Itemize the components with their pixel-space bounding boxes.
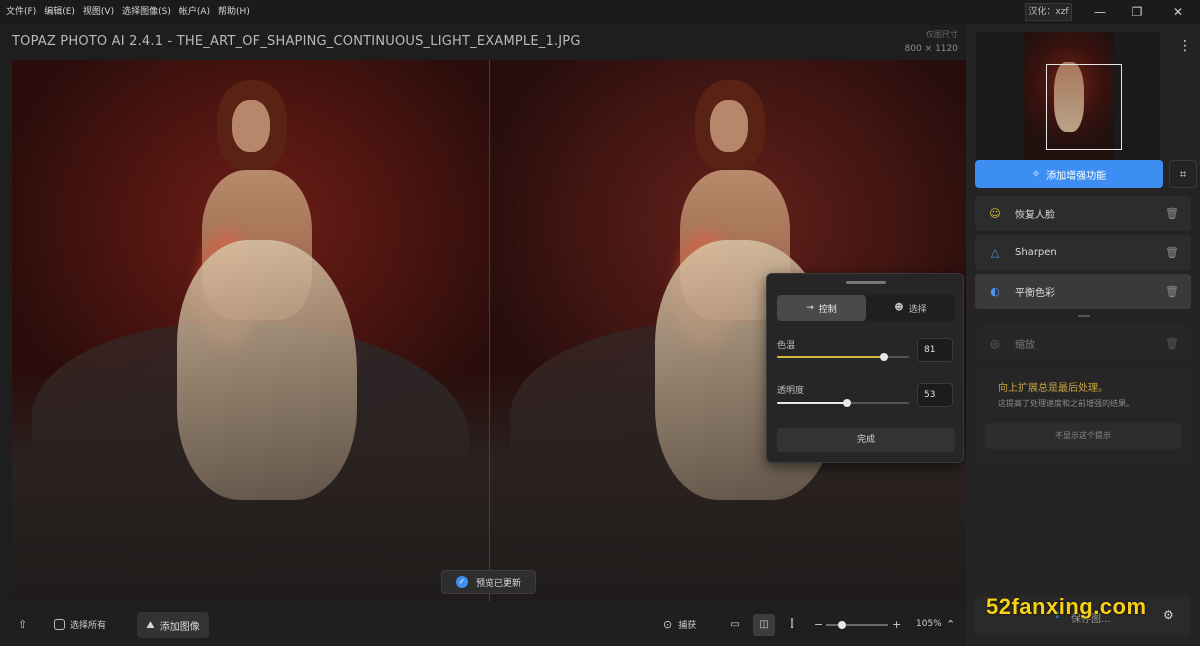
- opacity-slider[interactable]: [777, 399, 909, 407]
- split-view-icon: ⫿: [790, 619, 794, 630]
- viewport-frame[interactable]: [1046, 64, 1122, 150]
- single-view-button[interactable]: ▭: [724, 614, 746, 636]
- minimize-button[interactable]: —: [1080, 0, 1120, 24]
- drag-separator: [1078, 315, 1090, 317]
- add-enhancement-button[interactable]: ✧ 添加增强功能: [975, 160, 1163, 188]
- person-icon: ☻: [894, 303, 904, 313]
- notice-subtitle: 这提高了处理速度和之前增强的结果。: [998, 399, 1134, 408]
- zoom-knob[interactable]: [837, 621, 846, 629]
- tab-control[interactable]: → 控制: [777, 295, 866, 321]
- checkbox-box[interactable]: [54, 618, 65, 630]
- crop-button[interactable]: ⌗: [1169, 160, 1197, 188]
- preview-updated-toast: ✓ 预览已更新: [441, 570, 536, 594]
- tab-select[interactable]: ☻ 选择: [866, 295, 955, 321]
- bottom-toolbar: ⇧ 选择所有 ⛰ 添加图像 ⊙ 捕获 ▭ ◫ ⫿ − + 105% ⌃: [0, 602, 966, 646]
- add-image-button[interactable]: ⛰ 添加图像: [137, 612, 209, 638]
- crop-icon: ⌗: [1179, 167, 1187, 181]
- image-size-label: 仅图尺寸: [926, 30, 958, 39]
- sparkle-add-icon: ✧: [1031, 168, 1041, 180]
- menu-account[interactable]: 帐户(A): [175, 0, 214, 24]
- export-settings-icon[interactable]: ⚙: [1163, 608, 1174, 622]
- menu-help[interactable]: 帮助(H): [214, 0, 254, 24]
- restore-button[interactable]: ❐: [1117, 0, 1157, 24]
- capture-icon: ⊙: [663, 617, 673, 631]
- arrow-right-icon: →: [806, 303, 814, 313]
- split-view-button[interactable]: ⫿: [781, 614, 803, 636]
- popup-tabs: → 控制 ☻ 选择: [777, 295, 955, 321]
- trash-icon[interactable]: 🗑: [1165, 285, 1179, 298]
- temperature-slider[interactable]: [777, 353, 909, 361]
- slider-knob[interactable]: [879, 353, 888, 361]
- enhancement-balance-color[interactable]: ◐ 平衡色彩 🗑: [975, 274, 1191, 309]
- notice-title: 向上扩展总是最后处理。: [998, 383, 1108, 394]
- image-add-icon: ⛰: [146, 619, 155, 631]
- zoom-level[interactable]: 105%: [916, 602, 942, 646]
- more-options-icon[interactable]: ⋮: [1178, 38, 1192, 54]
- menu-view[interactable]: 视图(V): [79, 0, 118, 24]
- split-divider[interactable]: [489, 60, 490, 602]
- hidden-eye-icon[interactable]: ◎: [987, 337, 1003, 350]
- zoom-slider[interactable]: [826, 621, 888, 629]
- temperature-label: 色温: [777, 341, 796, 351]
- localization-badge: 汉化：xzf: [1025, 3, 1072, 21]
- select-all-checkbox[interactable]: 选择所有: [54, 602, 106, 646]
- menu-file[interactable]: 文件(F): [0, 0, 40, 24]
- document-title: TOPAZ PHOTO AI 2.4.1 - THE_ART_OF_SHAPIN…: [12, 34, 581, 49]
- enhancement-face-recovery[interactable]: ☺ 恢复人脸 🗑: [975, 196, 1191, 231]
- face-icon: ☺: [989, 207, 1001, 220]
- side-by-side-icon: ◫: [759, 619, 769, 630]
- close-button[interactable]: ✕: [1158, 0, 1198, 24]
- opacity-label: 透明度: [777, 386, 805, 396]
- menu-edit[interactable]: 编辑(E): [40, 0, 79, 24]
- upscale-notice: 向上扩展总是最后处理。 这提高了处理速度和之前增强的结果。 不显示这个提示: [975, 367, 1191, 461]
- trash-icon[interactable]: 🗑: [1165, 207, 1179, 220]
- slider-knob[interactable]: [842, 399, 851, 407]
- toast-text: 预览已更新: [476, 578, 522, 589]
- enhancement-upscale[interactable]: ◎ 缩放 🗑: [975, 326, 1191, 361]
- done-button[interactable]: 完成: [777, 428, 955, 452]
- portrait-figure: [177, 80, 357, 500]
- single-view-icon: ▭: [730, 619, 740, 630]
- chevron-up-icon[interactable]: ⌃: [946, 602, 955, 646]
- drag-handle[interactable]: [846, 281, 886, 284]
- trash-icon[interactable]: 🗑: [1165, 337, 1179, 350]
- menu-bar: 文件(F) 编辑(E) 视图(V) 选择图像(S) 帐户(A) 帮助(H): [0, 0, 1200, 24]
- temperature-value-input[interactable]: 81: [917, 338, 953, 362]
- image-size-value: 800 × 1120: [904, 44, 958, 54]
- watermark-text: 52fanxing.com: [986, 594, 1147, 619]
- check-icon: ✓: [456, 576, 468, 588]
- zoom-out-button[interactable]: −: [814, 602, 823, 646]
- capture-button[interactable]: ⊙ 捕获: [663, 602, 696, 646]
- navigator-thumbnail[interactable]: [976, 32, 1160, 160]
- upload-icon[interactable]: ⇧: [18, 602, 27, 646]
- dont-show-tip-button[interactable]: 不显示这个提示: [985, 423, 1181, 449]
- side-by-side-view-button[interactable]: ◫: [753, 614, 775, 636]
- trash-icon[interactable]: 🗑: [1165, 246, 1179, 259]
- menu-select-image[interactable]: 选择图像(S): [118, 0, 175, 24]
- triangle-icon: △: [990, 246, 1000, 259]
- original-preview[interactable]: [12, 60, 489, 602]
- opacity-value-input[interactable]: 53: [917, 383, 953, 407]
- toggle-icon[interactable]: ◐: [987, 285, 1003, 298]
- enhancement-sharpen[interactable]: △ Sharpen 🗑: [975, 235, 1191, 270]
- zoom-in-button[interactable]: +: [892, 602, 901, 646]
- right-panel: ⋮ ✧ 添加增强功能 ⌗ ☺ 恢复人脸 🗑 △ Sharpen 🗑 ◐ 平衡色彩…: [966, 24, 1200, 646]
- balance-color-popup: → 控制 ☻ 选择 色温 81 透明度 53 完成: [766, 273, 964, 463]
